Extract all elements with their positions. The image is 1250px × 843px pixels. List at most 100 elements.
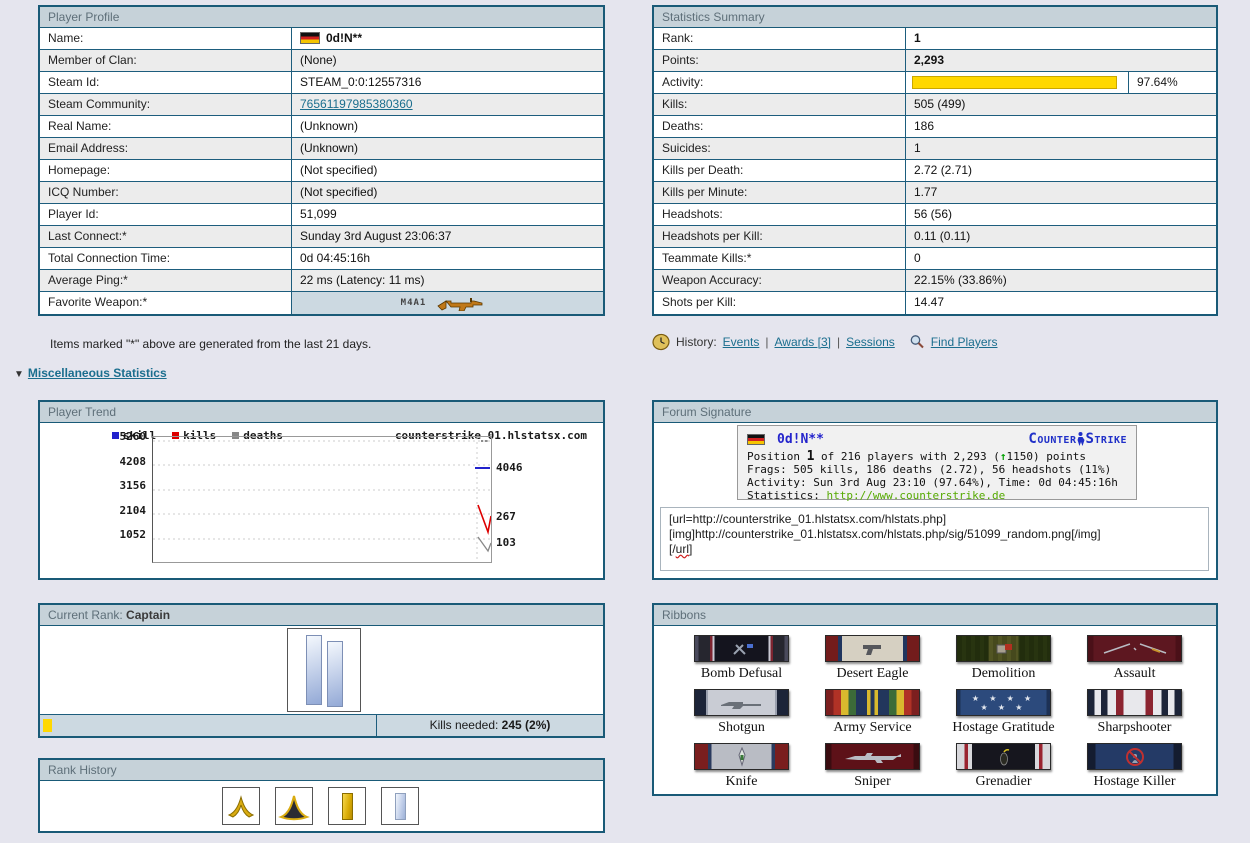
table-row: Name: 0d!N**: [40, 28, 603, 50]
rank-progress-bar: [40, 715, 376, 736]
ribbon-sharpshooter: Sharpshooter: [1069, 689, 1200, 743]
stats-value-killsperminute: 1.77: [906, 182, 1216, 203]
profile-label-homepage: Homepage:: [40, 160, 292, 181]
profile-value-icq: (Not specified): [292, 182, 603, 203]
ribbons-grid: Bomb Defusal Desert Eagle Demolition Ass…: [654, 626, 1216, 797]
demolition-ribbon-icon: [956, 635, 1051, 662]
table-row: Suicides: 1: [654, 138, 1216, 160]
ribbon-shotgun: Shotgun: [676, 689, 807, 743]
statistics-summary-header: Statistics Summary: [654, 7, 1216, 28]
table-row: Deaths: 186: [654, 116, 1216, 138]
signature-line-activity: Activity: Sun 3rd Aug 23:10 (97.64%), Ti…: [747, 476, 1127, 489]
table-row: Average Ping:* 22 ms (Latency: 11 ms): [40, 270, 603, 292]
bbcode-textarea[interactable]: [url=http://counterstrike_01.hlstatsx.co…: [660, 507, 1209, 571]
ribbon-label: Assault: [1114, 666, 1156, 682]
profile-value-favoriteweapon: M4A1: [292, 292, 603, 314]
ribbons-header: Ribbons: [654, 605, 1216, 626]
stats-value-suicides: 1: [906, 138, 1216, 159]
profile-label-playerid: Player Id:: [40, 204, 292, 225]
desert-eagle-ribbon-icon: [825, 635, 920, 662]
steam-community-link[interactable]: 76561197985380360: [300, 97, 413, 111]
profile-value-email: (Unknown): [292, 138, 603, 159]
stats-value-kills: 505 (499): [906, 94, 1216, 115]
miscellaneous-statistics-toggle[interactable]: ▼Miscellaneous Statistics: [14, 366, 167, 380]
profile-label-connectiontime: Total Connection Time:: [40, 248, 292, 269]
bbcode-line3-pre: [/: [669, 542, 676, 556]
ribbon-assault: Assault: [1069, 635, 1200, 689]
sig-pos-gain: 1150: [1007, 450, 1034, 463]
player-trend-panel: Player Trend skill kills deaths counters…: [38, 400, 605, 580]
history-link-awards[interactable]: Awards [3]: [774, 335, 830, 349]
table-row: Kills per Death: 2.72 (2.71): [654, 160, 1216, 182]
ribbon-grenadier: Grenadier: [938, 743, 1069, 797]
sniper-ribbon-icon: [825, 743, 920, 770]
stats-label-killsperdeath: Kills per Death:: [654, 160, 906, 181]
profile-label-steamcommunity: Steam Community:: [40, 94, 292, 115]
history-link-events[interactable]: Events: [723, 335, 760, 349]
find-players-link[interactable]: Find Players: [931, 335, 998, 349]
profile-value-playerid: 51,099: [292, 204, 603, 225]
table-row: Points: 2,293: [654, 50, 1216, 72]
clock-icon: [652, 333, 670, 351]
player-profile-panel: Player Profile Name: 0d!N** Member of Cl…: [38, 5, 605, 316]
stats-label-deaths: Deaths:: [654, 116, 906, 137]
knife-ribbon-icon: [694, 743, 789, 770]
current-rank-panel: Current Rank: Captain Kills needed: 245 …: [38, 603, 605, 738]
signature-line-position: Position 1 of 216 players with 2,293 (↑1…: [747, 450, 1127, 463]
ribbon-bomb-defusal: Bomb Defusal: [676, 635, 807, 689]
current-rank-body: [40, 626, 603, 714]
activity-progress-bar: [912, 76, 1117, 89]
profile-label-clan: Member of Clan:: [40, 50, 292, 71]
table-row: Kills per Minute: 1.77: [654, 182, 1216, 204]
end-label-kills: 267: [496, 510, 516, 523]
current-rank-label: Current Rank:: [48, 608, 126, 622]
bbcode-line3-word: url: [676, 542, 689, 556]
current-rank-header: Current Rank: Captain: [40, 605, 603, 626]
ribbon-knife: Knife: [676, 743, 807, 797]
history-link-sessions[interactable]: Sessions: [846, 335, 895, 349]
germany-flag-icon: [300, 32, 320, 44]
sig-stats-link: http://www.counterstrike.de: [826, 489, 1005, 502]
ribbon-label: Knife: [726, 774, 758, 790]
kills-needed-value: 245 (2%): [502, 718, 551, 732]
stats-value-weaponaccuracy: 22.15% (33.86%): [906, 270, 1216, 291]
stars-emblem: ★ ★ ★ ★★ ★ ★: [964, 694, 1044, 712]
stats-label-kills: Kills:: [654, 94, 906, 115]
stats-value-headshots: 56 (56): [906, 204, 1216, 225]
bbcode-line3: [/url]: [669, 542, 1200, 557]
table-row: Activity: 97.64%: [654, 72, 1216, 94]
profile-value-connectiontime: 0d 04:45:16h: [292, 248, 603, 269]
germany-flag-icon: [747, 434, 765, 445]
table-row: Headshots: 56 (56): [654, 204, 1216, 226]
weapon-name-label: M4A1: [401, 293, 427, 314]
miscellaneous-statistics-link[interactable]: Miscellaneous Statistics: [28, 366, 167, 380]
ribbon-hostage-killer: Hostage Killer: [1069, 743, 1200, 797]
table-row: Homepage: (Not specified): [40, 160, 603, 182]
signature-player-name: 0d!N**: [777, 432, 824, 447]
forum-signature-header: Forum Signature: [654, 402, 1216, 423]
end-label-skill: 4046: [496, 461, 523, 474]
hlstatsx-player-page: { "colors": { "accent_border": "#1d5d7d"…: [0, 0, 1250, 843]
profile-label-ping: Average Ping:*: [40, 270, 292, 291]
ytick-1052: 1052: [98, 528, 146, 541]
table-row: Member of Clan: (None): [40, 50, 603, 72]
stats-value-headshotsperkill: 0.11 (0.11): [906, 226, 1216, 247]
stats-value-deaths: 186: [906, 116, 1216, 137]
profile-value-homepage: (Not specified): [292, 160, 603, 181]
up-arrow-icon: ↑: [1000, 450, 1007, 463]
ribbon-label: Desert Eagle: [837, 666, 909, 682]
history-links-row: History: Events | Awards [3] | Sessions …: [652, 331, 1218, 353]
silver-bar-icon: [381, 787, 419, 825]
rank-progress-row: Kills needed: 245 (2%): [40, 714, 603, 736]
sig-pos-post: ) points: [1033, 450, 1086, 463]
bbcode-line3-post: ]: [689, 542, 692, 556]
stats-label-headshotsperkill: Headshots per Kill:: [654, 226, 906, 247]
ytick-5260: 5260: [98, 430, 146, 443]
bbcode-line1: [url=http://counterstrike_01.hlstatsx.co…: [669, 512, 1200, 527]
sharpshooter-ribbon-icon: [1087, 689, 1182, 716]
stats-value-shotsperkill: 14.47: [906, 292, 1216, 314]
table-row: Kills: 505 (499): [654, 94, 1216, 116]
stats-label-activity: Activity:: [654, 72, 906, 93]
history-label: History:: [676, 335, 717, 349]
cs-soldier-icon: [1076, 431, 1085, 447]
